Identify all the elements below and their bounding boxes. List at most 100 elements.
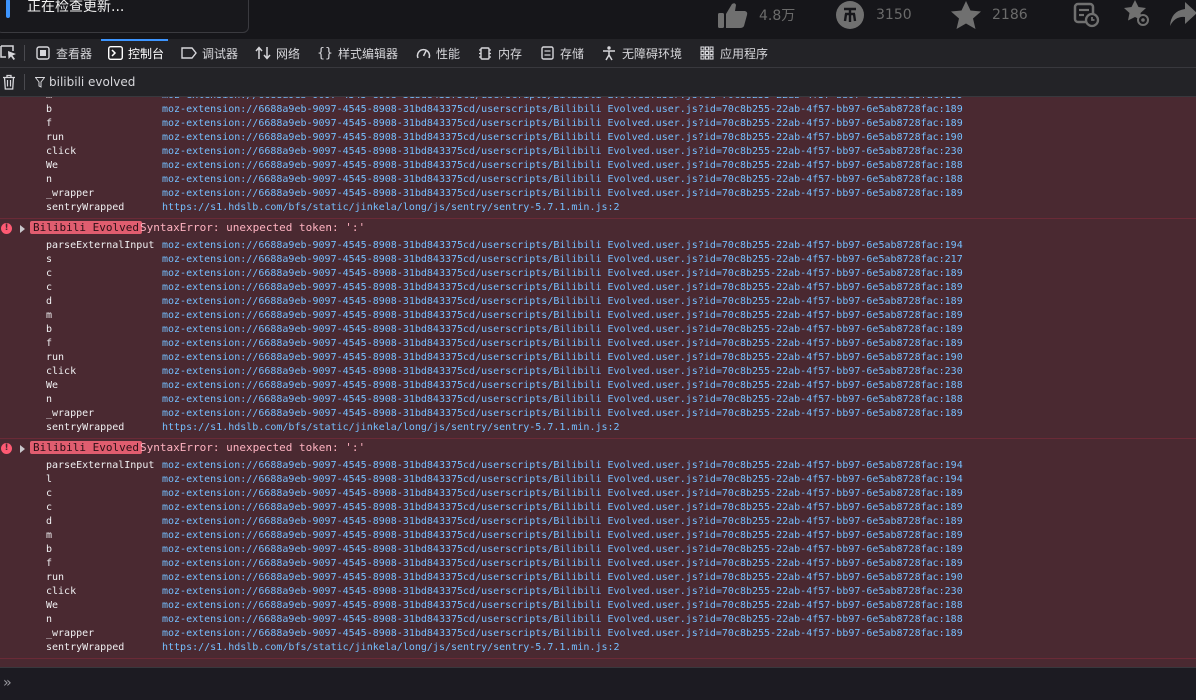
- frame-source-link[interactable]: moz-extension://6688a9eb-9097-4545-8908-…: [162, 103, 963, 117]
- message-header[interactable]: ! Bilibili Evolved SyntaxError: unexpected…: [0, 439, 1196, 459]
- share-button[interactable]: [1168, 0, 1196, 34]
- console-error-message[interactable]: ! Bilibili Evolved SyntaxError: unexpected…: [0, 219, 1196, 439]
- frame-source-link[interactable]: moz-extension://6688a9eb-9097-4545-8908-…: [162, 239, 963, 253]
- frame-source-link[interactable]: moz-extension://6688a9eb-9097-4545-8908-…: [162, 613, 963, 627]
- share-arrow-icon: [1170, 2, 1196, 26]
- frame-source-link[interactable]: https://s1.hdslb.com/bfs/static/jinkela/…: [162, 421, 620, 435]
- frame-function: run: [46, 352, 65, 363]
- frame-source-link[interactable]: moz-extension://6688a9eb-9097-4545-8908-…: [162, 145, 963, 159]
- frame-source-link[interactable]: moz-extension://6688a9eb-9097-4545-8908-…: [162, 159, 963, 173]
- tab-label: 内存: [498, 46, 523, 61]
- stack-frame: _wrapper moz-extension://6688a9eb-9097-45…: [0, 627, 1196, 641]
- filter-input[interactable]: [49, 73, 449, 91]
- expand-arrow-icon[interactable]: [20, 445, 25, 453]
- frame-source-link[interactable]: moz-extension://6688a9eb-9097-4545-8908-…: [162, 599, 963, 613]
- frame-source-link[interactable]: moz-extension://6688a9eb-9097-4545-8908-…: [162, 365, 963, 379]
- stack-frame: c moz-extension://6688a9eb-9097-4545-8908…: [0, 281, 1196, 295]
- frame-function: click: [46, 366, 77, 377]
- frame-source-link[interactable]: moz-extension://6688a9eb-9097-4545-8908-…: [162, 585, 963, 599]
- frame-source-link[interactable]: moz-extension://6688a9eb-9097-4545-8908-…: [162, 351, 963, 365]
- frame-function: n: [46, 614, 53, 625]
- frame-source-link[interactable]: moz-extension://6688a9eb-9097-4545-8908-…: [162, 267, 963, 281]
- frame-source-link[interactable]: moz-extension://6688a9eb-9097-4545-8908-…: [162, 571, 963, 585]
- like-button[interactable]: 4.8万: [717, 0, 795, 30]
- tab-debugger[interactable]: 调试器: [181, 39, 238, 67]
- coin-button[interactable]: 3150: [834, 0, 912, 30]
- frame-function: We: [46, 160, 59, 171]
- update-notification[interactable]: 正在检查更新...: [0, 0, 249, 33]
- frame-function: run: [46, 132, 65, 143]
- tab-memory[interactable]: 内存: [477, 39, 522, 67]
- frame-function: parseExternalInput: [46, 240, 155, 251]
- frame-source-link[interactable]: moz-extension://6688a9eb-9097-4545-8908-…: [162, 131, 963, 145]
- frame-source-link[interactable]: moz-extension://6688a9eb-9097-4545-8908-…: [162, 487, 963, 501]
- stack-trace: mmoz-extension://6688a9eb-9097-4545-8908…: [0, 97, 1196, 218]
- frame-source-link[interactable]: moz-extension://6688a9eb-9097-4545-8908-…: [162, 543, 963, 557]
- frame-source-link[interactable]: moz-extension://6688a9eb-9097-4545-8908-…: [162, 627, 963, 641]
- tab-application[interactable]: 应用程序: [699, 39, 768, 67]
- storage-icon: [539, 45, 555, 61]
- frame-source-link[interactable]: moz-extension://6688a9eb-9097-4545-8908-…: [162, 337, 963, 351]
- frame-source-link[interactable]: moz-extension://6688a9eb-9097-4545-8908-…: [162, 295, 963, 309]
- tab-network[interactable]: 网络: [255, 39, 300, 67]
- frame-source-link[interactable]: moz-extension://6688a9eb-9097-4545-8908-…: [162, 173, 963, 187]
- frame-function: f: [46, 558, 53, 569]
- frame-source-link[interactable]: moz-extension://6688a9eb-9097-4545-8908-…: [162, 281, 963, 295]
- frame-function: l: [46, 474, 53, 485]
- tab-label: 网络: [276, 46, 301, 61]
- frame-source-link[interactable]: moz-extension://6688a9eb-9097-4545-8908-…: [162, 253, 963, 267]
- error-icon: !: [1, 443, 12, 454]
- frame-source-link[interactable]: https://s1.hdslb.com/bfs/static/jinkela/…: [162, 201, 620, 215]
- frame-source-link[interactable]: moz-extension://6688a9eb-9097-4545-8908-…: [162, 501, 963, 515]
- tab-storage[interactable]: 存储: [539, 39, 584, 67]
- filter-divider: [24, 74, 25, 90]
- tab-label: 调试器: [202, 46, 239, 61]
- frame-source-link[interactable]: moz-extension://6688a9eb-9097-4545-8908-…: [162, 187, 963, 201]
- frame-source-link[interactable]: moz-extension://6688a9eb-9097-4545-8908-…: [162, 515, 963, 529]
- devtools-toolbar: 查看器 控制台 调试器 网络 {} 样式编辑器 性能 内存 存储 无障碍环境 应…: [0, 39, 1196, 68]
- favorite-settings-button[interactable]: [1122, 0, 1150, 32]
- console-error-message[interactable]: mmoz-extension://6688a9eb-9097-4545-8908…: [0, 97, 1196, 219]
- stack-frame: _wrapper moz-extension://6688a9eb-9097-45…: [0, 407, 1196, 421]
- tab-accessibility[interactable]: 无障碍环境: [601, 39, 682, 67]
- prompt-chevron-icon: »: [3, 675, 12, 691]
- stack-frame: parseExternalInput moz-extension://6688a9…: [0, 459, 1196, 473]
- message-header[interactable]: ! Bilibili Evolved SyntaxError: unexpected…: [0, 219, 1196, 239]
- console-output: m moz-extension://6688a9eb-9097-4545-8908…: [0, 97, 1196, 667]
- frame-source-link[interactable]: moz-extension://6688a9eb-9097-4545-8908-…: [162, 309, 963, 323]
- frame-function: _wrapper: [46, 408, 95, 419]
- tab-console[interactable]: 控制台: [100, 39, 169, 67]
- stack-frame: click moz-extension://6688a9eb-9097-4545-…: [0, 145, 1196, 159]
- stack-frame: n moz-extension://6688a9eb-9097-4545-8908…: [0, 613, 1196, 627]
- stack-frame: n moz-extension://6688a9eb-9097-4545-8908…: [0, 173, 1196, 187]
- tab-performance[interactable]: 性能: [415, 39, 460, 67]
- expand-arrow-icon[interactable]: [20, 225, 25, 233]
- coin-icon: [836, 1, 864, 29]
- watch-later-button[interactable]: [1072, 0, 1100, 32]
- stack-frame: parseExternalInput moz-extension://6688a9…: [0, 239, 1196, 253]
- trash-icon[interactable]: [1, 74, 17, 90]
- favorite-button[interactable]: 2186: [950, 0, 1028, 30]
- frame-source-link[interactable]: moz-extension://6688a9eb-9097-4545-8908-…: [162, 323, 963, 337]
- frame-source-link[interactable]: moz-extension://6688a9eb-9097-4545-8908-…: [162, 393, 963, 407]
- frame-source-link[interactable]: https://s1.hdslb.com/bfs/static/jinkela/…: [162, 641, 620, 655]
- frame-source-link[interactable]: moz-extension://6688a9eb-9097-4545-8908-…: [162, 459, 963, 473]
- console-error-message[interactable]: ! Bilibili Evolved SyntaxError: unexpected…: [0, 439, 1196, 659]
- tab-inspector[interactable]: 查看器: [35, 39, 92, 67]
- console-input[interactable]: »: [0, 667, 1196, 700]
- frame-source-link[interactable]: moz-extension://6688a9eb-9097-4545-8908-…: [162, 529, 963, 543]
- frame-source-link[interactable]: moz-extension://6688a9eb-9097-4545-8908-…: [162, 407, 963, 421]
- stack-frame: b moz-extension://6688a9eb-9097-4545-8908…: [0, 543, 1196, 557]
- frame-source-link[interactable]: moz-extension://6688a9eb-9097-4545-8908-…: [162, 379, 963, 393]
- coin-count: 3150: [876, 7, 912, 23]
- stack-frame: m moz-extension://6688a9eb-9097-4545-8908…: [0, 309, 1196, 323]
- element-picker-icon[interactable]: [0, 45, 18, 61]
- network-icon: [255, 45, 271, 61]
- frame-source-link[interactable]: moz-extension://6688a9eb-9097-4545-8908-…: [162, 473, 963, 487]
- frame-source-link[interactable]: moz-extension://6688a9eb-9097-4545-8908-…: [162, 557, 963, 571]
- frame-source-link[interactable]: moz-extension://6688a9eb-9097-4545-8908-…: [162, 117, 963, 131]
- frame-function: n: [46, 174, 53, 185]
- stack-trace: parseExternalInput moz-extension://6688a9…: [0, 459, 1196, 658]
- tab-style-editor[interactable]: {} 样式编辑器: [317, 39, 398, 67]
- stack-frame: c moz-extension://6688a9eb-9097-4545-8908…: [0, 267, 1196, 281]
